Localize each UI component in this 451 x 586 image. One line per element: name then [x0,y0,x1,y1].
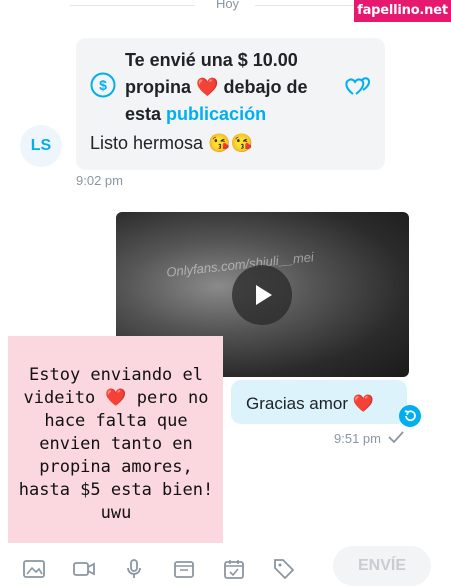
microphone-icon[interactable] [122,557,146,581]
tip-line-3: esta publicación [125,101,330,128]
incoming-message-bubble: $ Te envié una $ 10.00 propina ❤️ debajo… [76,38,385,170]
overlay-note: Estoy enviando el videito ❤️ pero no hac… [8,336,223,543]
outgoing-message-bubble: Gracias amor ❤️ [231,380,407,424]
play-button[interactable] [232,265,292,325]
heart-emoji: ❤️ [352,394,374,413]
send-button[interactable]: ENVÍE [333,546,431,586]
tip-hearts-icon [345,77,371,95]
separator-line-left [70,5,195,6]
tip-line-2-suffix: debajo de [223,77,308,97]
image-icon[interactable] [22,557,46,581]
price-tag-icon[interactable] [272,557,296,581]
tip-line-2: propina ❤️ debajo de [125,74,330,101]
post-link[interactable]: publicación [166,104,266,124]
incoming-message-text: Listo hermosa 😘😘 [90,133,253,153]
video-icon[interactable] [72,557,96,581]
outgoing-message-label: Gracias amor [246,394,349,413]
tip-notice: Te envié una $ 10.00 propina ❤️ debajo d… [125,47,330,128]
dollar-circle-icon: $ [90,72,116,98]
play-icon [256,285,272,305]
tip-line-1: Te envié una $ 10.00 [125,50,298,70]
avatar[interactable]: LS [20,125,62,167]
outgoing-timestamp: 9:51 pm [334,431,381,446]
overlay-note-text: Estoy enviando el videito ❤️ pero no hac… [18,365,214,523]
vault-icon[interactable] [172,557,196,581]
incoming-timestamp: 9:02 pm [76,173,123,188]
sent-check-icon [388,431,404,444]
tip-line-2-prefix: propina [125,77,191,97]
site-watermark: fapellino.net [354,0,451,22]
svg-text:$: $ [99,77,107,93]
unsend-button[interactable] [399,405,421,427]
date-label: Hoy [215,0,240,11]
outgoing-message-text: Gracias amor ❤️ [246,394,374,414]
heart-emoji: ❤️ [196,77,219,97]
calendar-icon[interactable] [222,557,246,581]
undo-icon [404,410,416,422]
tip-line-3-prefix: esta [125,104,162,124]
